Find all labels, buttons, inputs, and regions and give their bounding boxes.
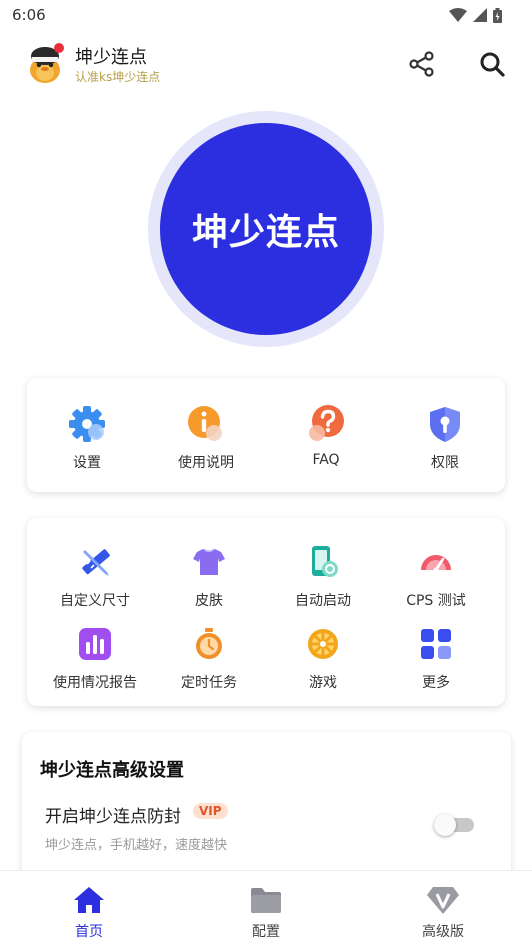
- menu-item-faq[interactable]: FAQ: [271, 404, 381, 476]
- menu-label: 权限: [431, 455, 459, 471]
- quick-menu-card: 设置 使用说明 FAQ 权限: [27, 378, 505, 492]
- tool-item-skin[interactable]: 皮肤: [154, 542, 264, 614]
- tool-label: 使用情况报告: [53, 675, 137, 691]
- search-icon: [480, 52, 505, 77]
- tool-label: 自动启动: [295, 593, 351, 609]
- anti-ban-option-label: 开启坤少连点防封: [45, 807, 181, 827]
- gear-icon: [69, 406, 105, 442]
- avatar[interactable]: [26, 42, 64, 84]
- wifi-icon: [449, 8, 467, 22]
- status-icons: [449, 7, 502, 23]
- start-click-button[interactable]: 坤少连点: [160, 123, 372, 335]
- menu-label: FAQ: [312, 452, 340, 468]
- nav-label: 配置: [252, 924, 280, 940]
- vip-diamond-icon: [427, 887, 459, 914]
- status-bar: 6:06: [0, 0, 532, 30]
- nav-tab-home[interactable]: 首页: [39, 883, 139, 941]
- anti-ban-option-desc: 坤少连点，手机越好，速度越快: [45, 838, 228, 853]
- tool-label: CPS 测试: [406, 593, 466, 609]
- ruler-pencil-icon: [82, 549, 110, 576]
- menu-label: 使用说明: [178, 455, 234, 471]
- app-title: 坤少连点: [75, 47, 147, 68]
- phone-link-icon: [312, 546, 338, 577]
- toggle-knob: [434, 814, 456, 836]
- menu-item-settings[interactable]: 设置: [32, 404, 142, 476]
- tool-item-cps-test[interactable]: CPS 测试: [381, 542, 491, 614]
- tool-label: 更多: [422, 675, 450, 691]
- tools-card: 自定义尺寸 皮肤 自动启动 CPS 测试 使用情况报告 定时任务 游戏 更多: [27, 518, 505, 706]
- info-icon: [188, 406, 222, 441]
- signal-icon: [473, 8, 487, 22]
- tool-item-more[interactable]: 更多: [381, 624, 491, 696]
- home-icon: [74, 887, 104, 913]
- share-button[interactable]: [406, 48, 438, 80]
- vip-badge: VIP: [193, 803, 228, 819]
- anti-ban-toggle[interactable]: [434, 814, 476, 836]
- tshirt-icon: [193, 549, 225, 575]
- speedometer-icon: [421, 555, 451, 573]
- tool-label: 皮肤: [195, 593, 223, 609]
- question-icon: [309, 405, 344, 441]
- app-header: 坤少连点 认准ks坤少连点: [0, 38, 532, 90]
- bar-chart-icon: [79, 628, 111, 660]
- tool-label: 定时任务: [181, 675, 237, 691]
- tool-item-auto-start[interactable]: 自动启动: [268, 542, 378, 614]
- game-wheel-icon: [308, 629, 338, 659]
- menu-label: 设置: [73, 455, 101, 471]
- tool-item-usage-report[interactable]: 使用情况报告: [40, 624, 150, 696]
- nav-tab-config[interactable]: 配置: [216, 883, 316, 941]
- app-subtitle: 认准ks坤少连点: [75, 70, 161, 84]
- share-icon: [409, 51, 434, 77]
- advanced-settings-title: 坤少连点高级设置: [40, 760, 184, 781]
- status-time: 6:06: [12, 6, 46, 24]
- folder-icon: [251, 888, 281, 913]
- nav-label: 高级版: [422, 924, 464, 940]
- search-button[interactable]: [476, 48, 508, 80]
- menu-item-instructions[interactable]: 使用说明: [151, 404, 261, 476]
- nav-tab-premium[interactable]: 高级版: [393, 883, 493, 941]
- tool-item-games[interactable]: 游戏: [268, 624, 378, 696]
- tool-label: 自定义尺寸: [60, 593, 130, 609]
- advanced-settings-card: 坤少连点高级设置 开启坤少连点防封 VIP 坤少连点，手机越好，速度越快: [22, 732, 511, 892]
- tool-item-custom-size[interactable]: 自定义尺寸: [40, 542, 150, 614]
- tool-item-scheduled-task[interactable]: 定时任务: [154, 624, 264, 696]
- menu-item-permissions[interactable]: 权限: [390, 404, 500, 476]
- stopwatch-icon: [196, 628, 222, 659]
- nav-label: 首页: [75, 924, 103, 940]
- bottom-nav: 首页 配置 高级版: [0, 870, 532, 946]
- grid-more-icon: [421, 629, 451, 659]
- shield-key-icon: [430, 407, 460, 442]
- battery-icon: [493, 7, 502, 23]
- tool-label: 游戏: [309, 675, 337, 691]
